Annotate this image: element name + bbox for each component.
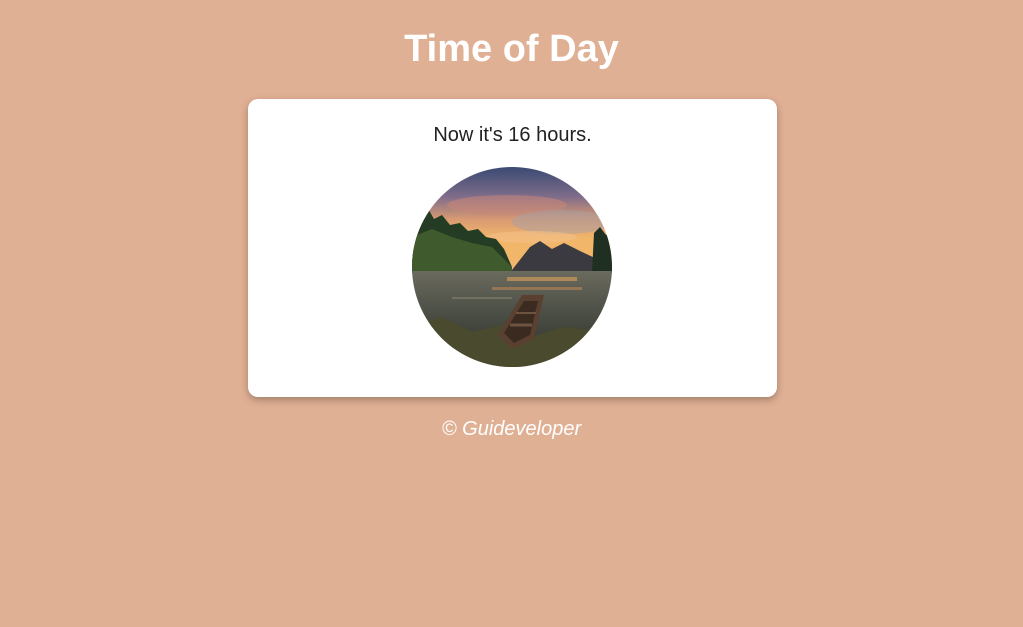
time-of-day-image [412,167,612,367]
page-title: Time of Day [404,28,619,70]
time-card: Now it's 16 hours. [248,99,777,397]
hour-message: Now it's 16 hours. [433,124,592,146]
footer-credit: © Guideveloper [441,418,582,440]
